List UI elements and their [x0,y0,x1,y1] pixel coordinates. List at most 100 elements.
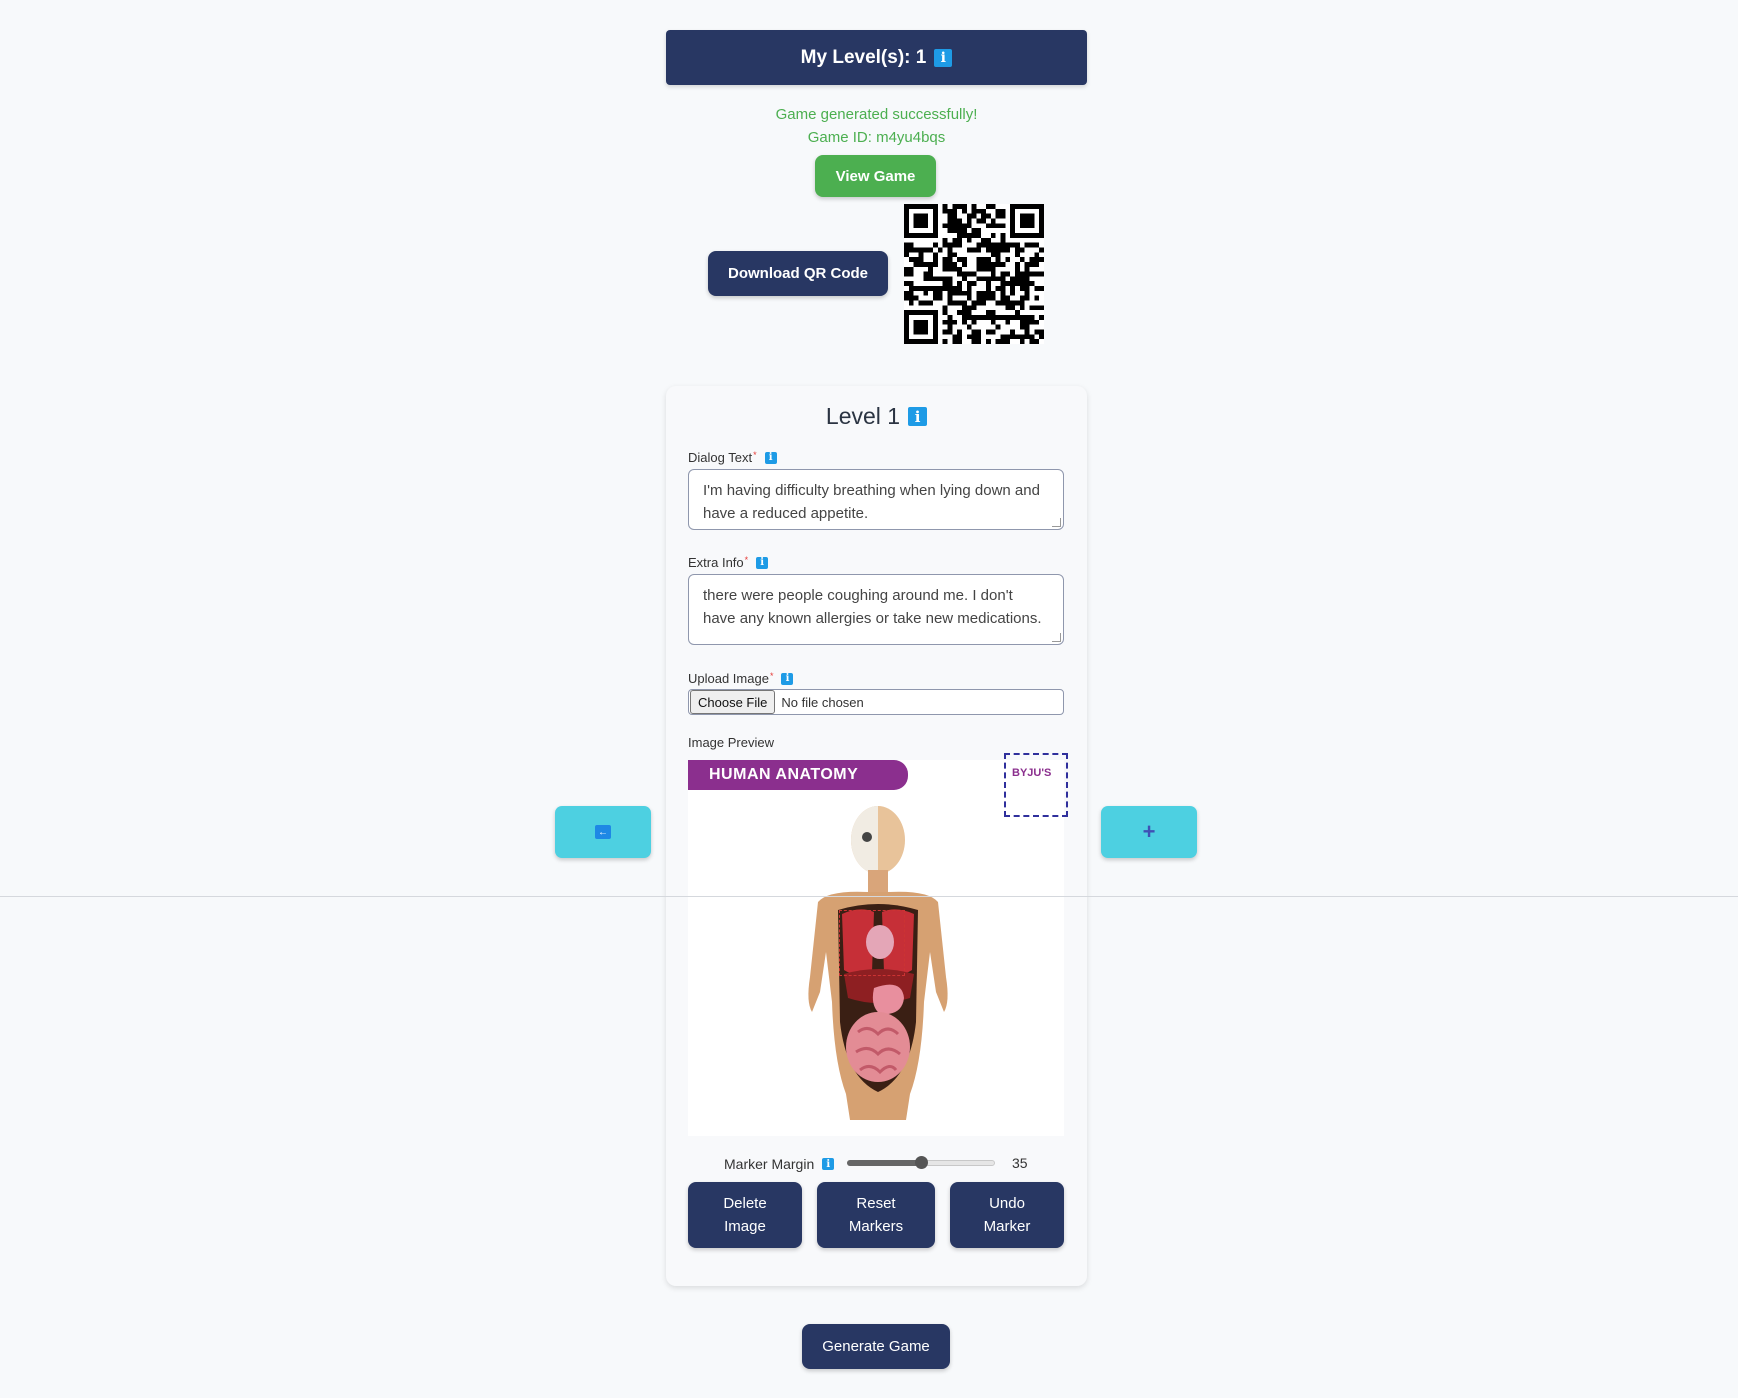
qr-module [981,242,987,248]
qr-module [1024,271,1030,277]
download-qr-button[interactable]: Download QR Code [708,251,888,296]
info-icon[interactable]: i [822,1158,835,1170]
back-arrow-icon: ← [595,825,611,839]
info-icon[interactable]: i [908,407,928,426]
qr-module [995,300,1001,306]
logo-marker-box[interactable]: BYJU'S [1004,753,1068,817]
resize-handle-icon[interactable] [1052,518,1061,527]
qr-module [1029,319,1035,325]
previous-level-button[interactable]: ← [555,806,651,858]
qr-module [947,281,953,287]
info-icon[interactable]: i [764,451,777,464]
slider-thumb[interactable] [915,1156,928,1169]
qr-module [971,213,977,219]
qr-module [1000,232,1006,238]
qr-module [918,257,924,262]
undo-marker-button[interactable]: Undo Marker [950,1182,1064,1248]
qr-module [1015,300,1020,306]
qr-module [932,286,938,291]
qr-module [908,290,914,296]
resize-handle-icon[interactable] [1052,633,1061,642]
qr-module [923,261,929,267]
info-icon[interactable]: i [756,556,769,569]
marker-margin-value: 35 [1012,1155,1028,1171]
qr-module [1000,223,1006,229]
qr-module [961,319,967,325]
qr-module [986,329,991,335]
qr-module [947,276,953,282]
info-icon[interactable]: i [934,48,953,67]
qr-module [1039,305,1044,311]
qr-module [1010,334,1016,340]
dialog-text-input[interactable]: I'm having difficulty breathing when lyi… [688,469,1064,530]
qr-module [1005,271,1011,277]
marker-box[interactable] [839,910,905,976]
qr-module [966,232,972,238]
choose-file-button[interactable]: Choose File [690,690,776,714]
qr-module [976,334,982,340]
qr-module [981,257,987,262]
qr-module [1005,300,1011,306]
qr-module [981,218,987,224]
qr-module [1039,271,1044,277]
qr-module [952,242,958,248]
view-game-button[interactable]: View Game [815,155,936,197]
upload-image-input[interactable]: Choose File No file chosen [688,689,1064,715]
qr-module [923,290,929,296]
neck-shape [868,870,888,892]
reset-markers-button[interactable]: Reset Markers [817,1182,935,1248]
delete-image-button[interactable]: Delete Image [688,1182,802,1248]
qr-module [952,208,958,214]
qr-module [923,247,929,253]
qr-module [966,310,972,316]
qr-module [947,319,953,325]
qr-module [1010,329,1016,335]
add-level-button[interactable]: + [1101,806,1197,858]
extra-info-input[interactable]: there were people coughing around me. I … [688,574,1064,645]
qr-module [1039,315,1044,320]
qr-code-image [904,204,1044,344]
qr-module [971,315,977,320]
qr-module [947,266,953,272]
qr-module [908,295,914,301]
qr-module [928,261,933,267]
qr-module [995,339,1001,344]
qr-module [957,204,962,209]
qr-module [937,295,943,301]
qr-module [990,247,996,253]
qr-module [1024,266,1030,272]
qr-module [1005,334,1011,340]
qr-module [947,208,953,214]
qr-module [986,266,991,272]
dialog-text-value: I'm having difficulty breathing when lyi… [703,482,1040,522]
qr-module [952,228,958,233]
qr-module [995,324,1001,330]
qr-module [1019,305,1025,311]
extra-info-label: Extra Info * i [688,555,769,570]
qr-module [961,305,967,311]
qr-module [947,242,953,248]
qr-module [957,223,962,229]
qr-module [1000,242,1006,248]
qr-module [1015,271,1020,277]
qr-module [1010,281,1016,287]
qr-module [1024,290,1030,296]
qr-module [961,257,967,262]
generate-game-button[interactable]: Generate Game [802,1324,950,1369]
qr-module [986,310,991,316]
qr-module [918,252,924,258]
qr-module [961,276,967,282]
qr-module [928,266,933,272]
image-preview-label: Image Preview [688,735,774,750]
qr-module [961,290,967,296]
info-icon[interactable]: i [781,672,794,685]
qr-module [976,257,982,262]
qr-module [990,223,996,229]
qr-module [947,286,953,291]
qr-module [961,310,967,316]
qr-module [1019,319,1025,325]
qr-module [995,261,1001,267]
qr-module [966,334,972,340]
qr-module [976,261,982,267]
qr-module [942,319,948,325]
